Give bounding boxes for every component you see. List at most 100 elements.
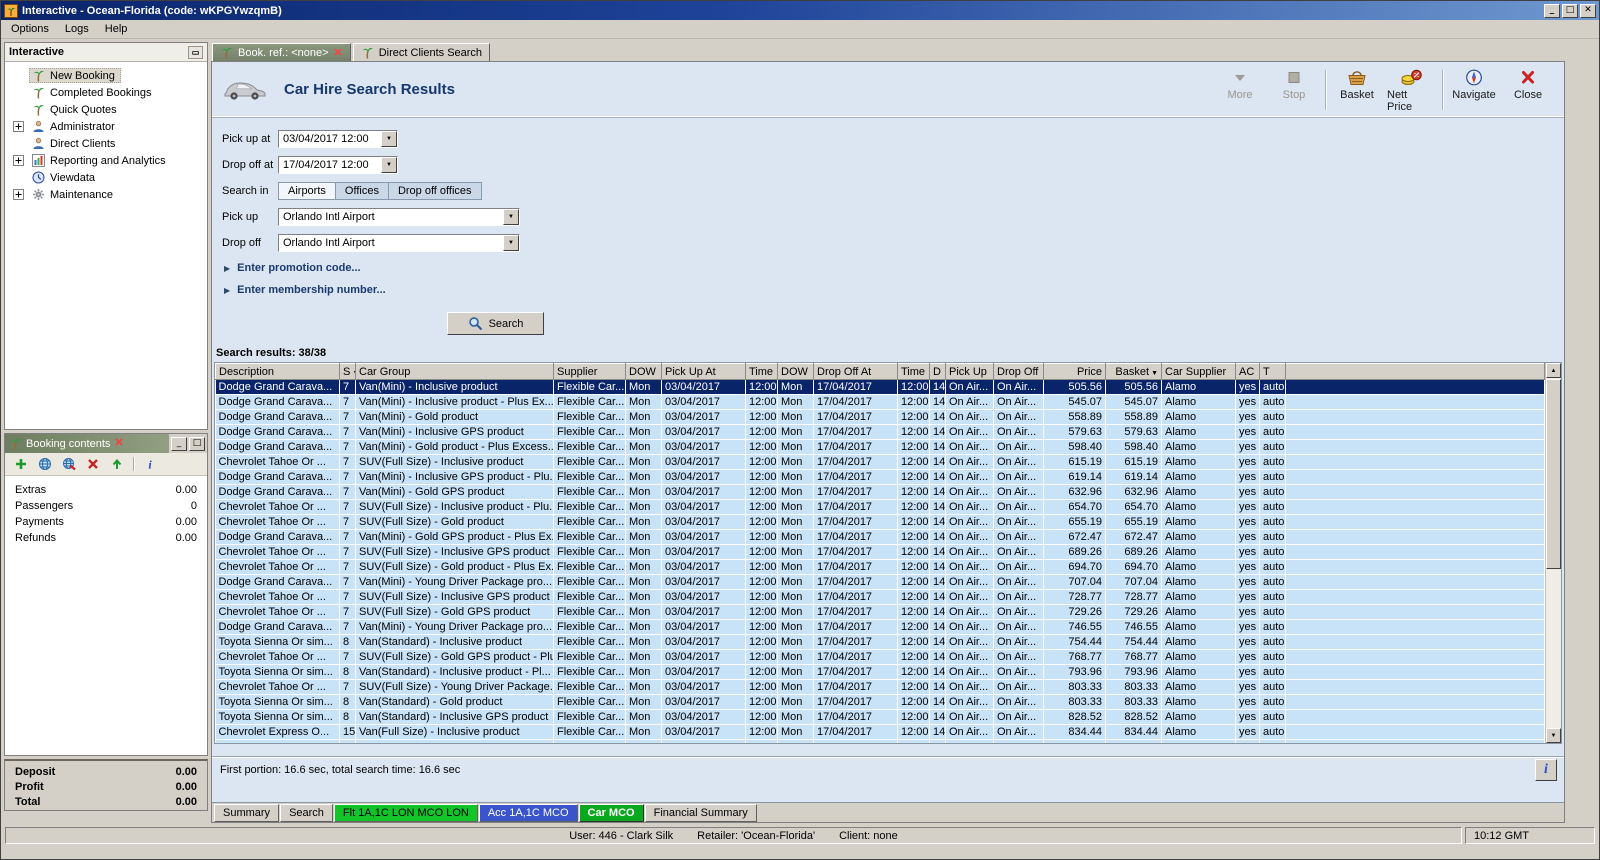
result-row[interactable]: Toyota Sienna Or sim...8Van(Standard) - …	[216, 695, 1545, 710]
cell[interactable]: On Air...	[946, 665, 994, 680]
cell[interactable]: Van(Mini) - Gold GPS product	[356, 485, 554, 500]
cell[interactable]: 12:00	[746, 410, 778, 425]
cell[interactable]: 12:00	[898, 530, 930, 545]
cell[interactable]: Chevrolet Tahoe Or ...	[216, 650, 340, 665]
cell[interactable]: 12:00	[898, 590, 930, 605]
cell[interactable]: 03/04/2017	[662, 515, 746, 530]
cell[interactable]: Flexible Car...	[554, 695, 626, 710]
cell[interactable]: auto	[1260, 515, 1286, 530]
cell[interactable]: On Air...	[994, 710, 1044, 725]
cell[interactable]: 7	[340, 410, 356, 425]
cell[interactable]: Mon	[626, 380, 662, 395]
cell[interactable]: 12:00	[746, 530, 778, 545]
cell[interactable]: Chevrolet Tahoe Or ...	[216, 590, 340, 605]
cell[interactable]: Alamo	[1162, 725, 1236, 740]
panel-collapse-button[interactable]: ▭	[188, 46, 203, 59]
searchin-tab-drop-off-offices[interactable]: Drop off offices	[389, 182, 482, 200]
cell[interactable]: Mon	[778, 380, 814, 395]
scroll-down-icon[interactable]: ▼	[1546, 728, 1561, 743]
column-header-pick-up[interactable]: Pick Up	[946, 364, 994, 380]
cell[interactable]: Alamo	[1162, 710, 1236, 725]
cell[interactable]: Flexible Car...	[554, 665, 626, 680]
cell[interactable]: 17/04/2017	[814, 395, 898, 410]
cell[interactable]: 834.44	[1106, 725, 1162, 740]
cell[interactable]: 7	[340, 590, 356, 605]
cell[interactable]: 7	[340, 650, 356, 665]
cell[interactable]: Flexible Car...	[554, 515, 626, 530]
cell[interactable]	[1286, 650, 1545, 665]
cell[interactable]: 14	[930, 575, 946, 590]
cell[interactable]: Alamo	[1162, 680, 1236, 695]
cell[interactable]: yes	[1236, 725, 1260, 740]
cell[interactable]	[1286, 395, 1545, 410]
cell[interactable]: On Air...	[994, 455, 1044, 470]
cell[interactable]: 17/04/2017	[814, 530, 898, 545]
cell[interactable]: On Air...	[946, 620, 994, 635]
result-row[interactable]: Dodge Grand Carava...7Van(Mini) - Gold p…	[216, 410, 1545, 425]
cell[interactable]: On Air...	[994, 650, 1044, 665]
cell[interactable]: 03/04/2017	[662, 470, 746, 485]
chevron-down-icon[interactable]: ▼	[381, 131, 397, 147]
cell[interactable]: 12:00	[898, 650, 930, 665]
cell[interactable]: Mon	[626, 575, 662, 590]
world-icon[interactable]	[37, 456, 53, 472]
cell[interactable]: Toyota Sienna Or sim...	[216, 665, 340, 680]
chevron-down-icon[interactable]: ▼	[381, 157, 397, 173]
cell[interactable]: 17/04/2017	[814, 575, 898, 590]
cell[interactable]: Alamo	[1162, 410, 1236, 425]
result-row[interactable]: Chevrolet Tahoe Or ...7SUV(Full Size) - …	[216, 545, 1545, 560]
cell[interactable]: Mon	[626, 725, 662, 740]
cell[interactable]: Flexible Car...	[554, 410, 626, 425]
result-row[interactable]: Dodge Grand Carava...7Van(Mini) - Young …	[216, 575, 1545, 590]
cell[interactable]: 754.44	[1044, 635, 1106, 650]
cell[interactable]: 654.70	[1044, 500, 1106, 515]
cell[interactable]: Van(Mini) - Gold product	[356, 410, 554, 425]
cell[interactable]: On Air...	[994, 590, 1044, 605]
cell[interactable]: Alamo	[1162, 545, 1236, 560]
cell[interactable]: Flexible Car...	[554, 380, 626, 395]
cell[interactable]: yes	[1236, 620, 1260, 635]
cell[interactable]	[1286, 635, 1545, 650]
cell[interactable]: 7	[340, 455, 356, 470]
cell[interactable]: Alamo	[1162, 500, 1236, 515]
cell[interactable]: Flexible Car...	[554, 620, 626, 635]
cell[interactable]: Mon	[778, 485, 814, 500]
cell[interactable]: 12:00	[746, 515, 778, 530]
cell[interactable]: Flexible Car...	[554, 500, 626, 515]
dropoff-at-combo[interactable]: 17/04/2017 12:00 ▼	[278, 156, 398, 174]
cell[interactable]: 619.14	[1044, 470, 1106, 485]
cell[interactable]: 14	[930, 395, 946, 410]
cell[interactable]: 828.52	[1106, 710, 1162, 725]
tab-book-ref-none[interactable]: Book. ref.: <none>✕	[212, 43, 351, 61]
cell[interactable]	[1286, 425, 1545, 440]
cell[interactable]	[1286, 455, 1545, 470]
cell[interactable]: SUV(Full Size) - Inclusive GPS product	[356, 545, 554, 560]
cell[interactable]: 15	[340, 725, 356, 740]
cell[interactable]: auto	[1260, 545, 1286, 560]
cell[interactable]: On Air...	[994, 725, 1044, 740]
cell[interactable]: Alamo	[1162, 620, 1236, 635]
cell[interactable]	[1286, 530, 1545, 545]
section-tab-financial-summary[interactable]: Financial Summary	[645, 804, 757, 822]
result-row-partial[interactable]	[216, 740, 1545, 745]
result-row[interactable]: Toyota Sienna Or sim...8Van(Standard) - …	[216, 635, 1545, 650]
cell[interactable]: 03/04/2017	[662, 605, 746, 620]
cell[interactable]: yes	[1236, 590, 1260, 605]
cell[interactable]: 707.04	[1106, 575, 1162, 590]
cell[interactable]: 619.14	[1106, 470, 1162, 485]
cell[interactable]: 12:00	[746, 380, 778, 395]
cell[interactable]: Mon	[626, 455, 662, 470]
toolbar-navigate-button[interactable]: Navigate	[1448, 65, 1500, 115]
pickup-at-combo[interactable]: 03/04/2017 12:00 ▼	[278, 130, 398, 148]
result-row[interactable]: Chevrolet Tahoe Or ...7SUV(Full Size) - …	[216, 650, 1545, 665]
cell[interactable]: 615.19	[1106, 455, 1162, 470]
column-header-car-group[interactable]: Car Group	[356, 364, 554, 380]
cell[interactable]: On Air...	[994, 425, 1044, 440]
cell[interactable]: Toyota Sienna Or sim...	[216, 695, 340, 710]
cell[interactable]: On Air...	[946, 725, 994, 740]
cell[interactable]: On Air...	[994, 560, 1044, 575]
cell[interactable]: 17/04/2017	[814, 695, 898, 710]
cell[interactable]	[1286, 560, 1545, 575]
cell[interactable]: auto	[1260, 455, 1286, 470]
cell[interactable]: On Air...	[946, 425, 994, 440]
